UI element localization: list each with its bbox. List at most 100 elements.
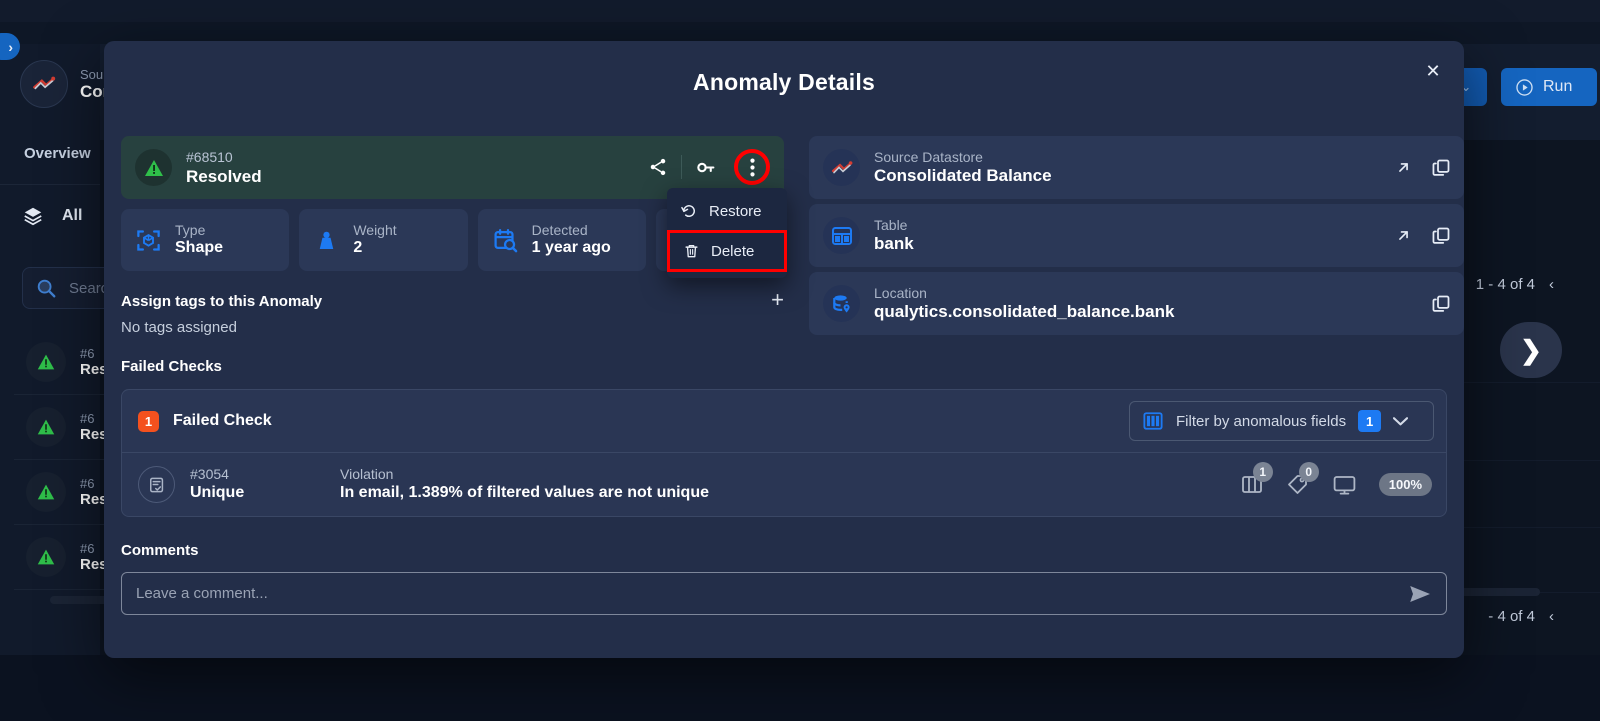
- run-button[interactable]: Run: [1501, 68, 1597, 106]
- background-topbar: [0, 0, 1600, 22]
- action-divider: [681, 155, 682, 179]
- info-card-location-label: Location: [874, 285, 927, 301]
- search-icon: [35, 277, 57, 299]
- tile-detected: Detected 1 year ago: [477, 209, 646, 271]
- next-page-button[interactable]: ❯: [1500, 322, 1562, 378]
- copy-icon[interactable]: [1431, 157, 1452, 178]
- info-card-source-label: Source Datastore: [874, 149, 983, 165]
- anomaly-id: #68510: [186, 148, 233, 165]
- calendar-search-icon: [492, 227, 519, 254]
- tile-weight: Weight 2: [299, 209, 468, 271]
- context-menu: Restore Delete: [667, 188, 787, 278]
- stat-tags[interactable]: 0: [1286, 462, 1319, 496]
- open-external-icon[interactable]: [1394, 158, 1413, 177]
- more-options-button[interactable]: [734, 149, 770, 185]
- background-bottom-band: [0, 655, 1600, 721]
- tile-weight-label: Weight: [353, 222, 397, 238]
- stat-fields-count: 1: [1252, 462, 1273, 482]
- comment-input[interactable]: Leave a comment...: [121, 572, 1447, 615]
- comment-placeholder: Leave a comment...: [136, 585, 268, 602]
- tile-type-text: Type Shape: [175, 222, 223, 258]
- sidebar-datastore-header: Sou Con: [20, 60, 113, 108]
- failed-checks-bar: 1 Failed Check Filter by anomalous field…: [122, 390, 1446, 453]
- info-card-table-value: bank: [874, 234, 914, 253]
- close-icon[interactable]: ✕: [1418, 56, 1448, 86]
- anomaly-status-icon: [26, 537, 66, 577]
- datastore-avatar: [20, 60, 68, 108]
- add-tag-button[interactable]: +: [771, 289, 784, 311]
- status-badge: Resolved: [186, 166, 262, 186]
- page-title: Anomaly Details: [693, 69, 875, 95]
- failed-checks-section: Failed Checks 1 Failed Check Filter by a…: [121, 358, 1447, 517]
- restore-icon: [680, 202, 698, 220]
- failed-checks-title: Failed Checks: [121, 358, 222, 375]
- menu-item-restore[interactable]: Restore: [667, 194, 787, 228]
- collapse-chevron-icon: ›: [8, 38, 13, 55]
- anomaly-details-modal: Anomaly Details ✕ #68510 Resolved Type S…: [104, 41, 1464, 658]
- filter-all[interactable]: All: [22, 205, 82, 227]
- table-row[interactable]: #3054 Unique Violation In email, 1.389% …: [122, 453, 1446, 516]
- info-card-source-datastore: Source Datastore Consolidated Balance: [809, 136, 1464, 199]
- send-icon[interactable]: [1408, 583, 1432, 605]
- menu-item-delete-label: Delete: [711, 242, 755, 260]
- info-card-source-actions: [1394, 157, 1452, 178]
- anomaly-status-icon: [26, 472, 66, 512]
- rule-icon: [138, 466, 175, 503]
- tile-weight-text: Weight 2: [353, 222, 396, 258]
- anomaly-status-icon: [26, 342, 66, 382]
- completeness-percent: 100%: [1378, 473, 1432, 496]
- stat-tags-count: 0: [1298, 462, 1319, 482]
- stat-fields[interactable]: 1: [1240, 462, 1273, 496]
- tags-title: Assign tags to this Anomaly: [121, 293, 323, 310]
- location-db-icon: [823, 285, 860, 322]
- tile-type: Type Shape: [121, 209, 290, 271]
- status-meta: #68510 Resolved: [186, 149, 262, 187]
- copy-icon[interactable]: [1431, 293, 1452, 314]
- check-identity: #3054 Unique: [190, 466, 340, 503]
- tags-empty-state: No tags assigned: [121, 319, 237, 336]
- modal-right-column: Source Datastore Consolidated Balance Ta…: [809, 136, 1464, 340]
- chevron-left-icon[interactable]: ‹: [1549, 276, 1554, 293]
- pagination-top-label: 1 - 4 of 4: [1475, 276, 1535, 293]
- tile-detected-value: 1 year ago: [531, 239, 611, 256]
- violation-label: Violation: [340, 466, 394, 482]
- info-card-table: Table bank: [809, 204, 1464, 267]
- info-card-table-text: Table bank: [874, 217, 914, 254]
- pagination-bottom: - 4 of 4 ‹: [1488, 608, 1554, 625]
- violation-text: In email, 1.389% of filtered values are …: [340, 484, 709, 501]
- pagination-bottom-label: - 4 of 4: [1488, 608, 1535, 625]
- check-stats: 1 0 100%: [1240, 462, 1432, 496]
- pagination-top: 1 - 4 of 4 ‹: [1476, 276, 1554, 293]
- rail-divider: [0, 184, 100, 185]
- menu-item-delete[interactable]: Delete: [667, 230, 787, 272]
- trash-icon: [683, 242, 700, 260]
- shape-scan-icon: [135, 227, 162, 254]
- datastore-icon: [823, 149, 860, 186]
- info-card-source-text: Source Datastore Consolidated Balance: [874, 149, 1052, 186]
- check-id: #3054: [190, 466, 229, 482]
- table-icon: [823, 217, 860, 254]
- filter-all-label: All: [62, 207, 83, 224]
- tile-weight-value: 2: [353, 239, 363, 256]
- kebab-icon: [749, 158, 755, 177]
- copy-icon[interactable]: [1431, 225, 1452, 246]
- tab-overview[interactable]: Overview: [24, 145, 91, 162]
- info-card-table-actions: [1394, 225, 1452, 246]
- chevron-down-icon: [1393, 416, 1409, 426]
- stat-monitor[interactable]: [1332, 474, 1357, 496]
- comments-section: Comments Leave a comment...: [121, 542, 1447, 615]
- check-name: Unique: [190, 484, 245, 501]
- chevron-left-icon[interactable]: ‹: [1549, 608, 1554, 625]
- share-icon[interactable]: [640, 149, 676, 185]
- info-card-source-value: Consolidated Balance: [874, 166, 1052, 185]
- info-card-location-text: Location qualytics.consolidated_balance.…: [874, 285, 1174, 322]
- filter-anomalous-fields-dropdown[interactable]: Filter by anomalous fields 1: [1129, 401, 1434, 441]
- filter-label: Filter by anomalous fields: [1176, 412, 1347, 430]
- key-icon[interactable]: [687, 149, 723, 185]
- layers-icon: [22, 205, 44, 227]
- open-external-icon[interactable]: [1394, 226, 1413, 245]
- app-root: › Sou Con Overview All Search #6 Res #6 …: [0, 0, 1600, 721]
- columns-icon: [1142, 411, 1164, 431]
- info-card-location: Location qualytics.consolidated_balance.…: [809, 272, 1464, 335]
- comments-title: Comments: [121, 542, 199, 559]
